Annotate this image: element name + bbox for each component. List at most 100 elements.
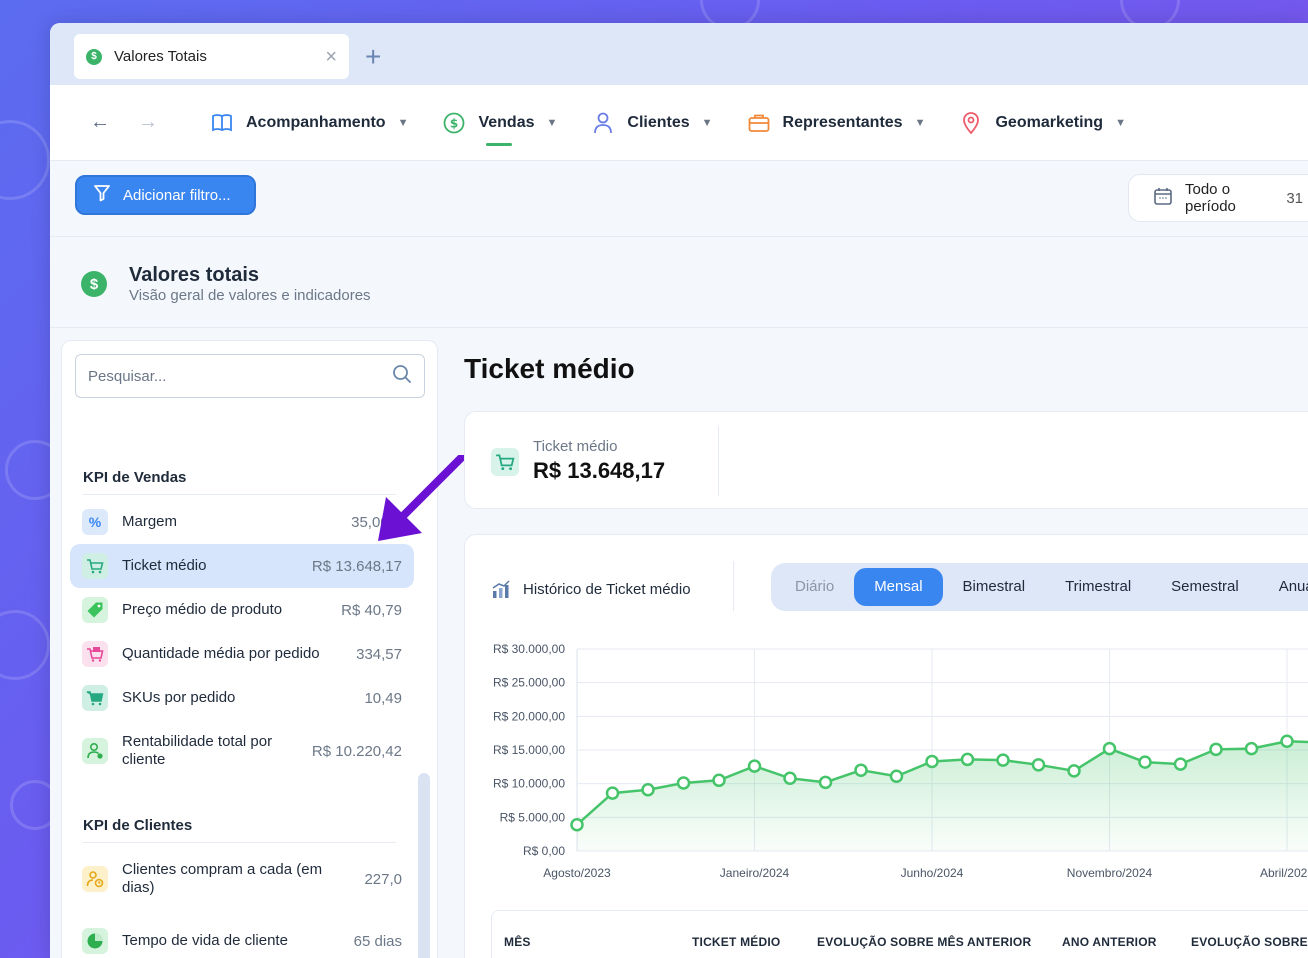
kpi-clientes-compram[interactable]: Clientes compram a cada (em dias) 227,0 xyxy=(70,854,414,904)
x-tick-label: Abril/2025 xyxy=(1260,866,1308,880)
kpi-card-value: R$ 13.648,17 xyxy=(533,458,666,483)
period-selector[interactable]: Todo o período 31 xyxy=(1128,174,1308,222)
menu-vendas[interactable]: $ Vendas ▼ xyxy=(442,85,557,161)
pointer-arrow-annotation xyxy=(378,455,466,541)
col-ticket-medio[interactable]: TICKET MÉDIO xyxy=(692,935,780,949)
y-tick-label: R$ 30.000,00 xyxy=(493,642,565,656)
period-anual[interactable]: Anual xyxy=(1259,568,1308,606)
user-icon xyxy=(591,111,615,135)
y-tick-label: R$ 5.000,00 xyxy=(500,810,566,824)
data-point xyxy=(1031,758,1046,772)
data-point xyxy=(783,771,797,786)
data-point xyxy=(1244,741,1259,756)
book-icon xyxy=(210,111,234,135)
data-point xyxy=(854,763,868,777)
col-mes[interactable]: MÊS xyxy=(504,935,531,949)
y-tick-label: R$ 0,00 xyxy=(523,844,565,858)
close-icon[interactable]: × xyxy=(325,47,337,67)
col-evolucao-ano[interactable]: EVOLUÇÃO SOBRE ANO ANTERIOR xyxy=(1191,935,1308,949)
x-tick-label: Junho/2024 xyxy=(901,866,964,880)
briefcase-icon xyxy=(747,111,771,135)
kpi-rentabilidade-cliente[interactable]: Rentabilidade total por cliente R$ 10.22… xyxy=(70,726,414,776)
kpi-margem[interactable]: % Margem 35,00% xyxy=(70,500,414,544)
data-point xyxy=(996,753,1010,767)
col-ano-anterior[interactable]: ANO ANTERIOR xyxy=(1062,935,1157,949)
user-money-icon xyxy=(82,738,108,764)
app-window: $ Valores Totais × + ← → Acompanhamento … xyxy=(50,23,1308,958)
page-subtitle: Visão geral de valores e indicadores xyxy=(129,287,371,304)
back-arrow-icon[interactable]: ← xyxy=(90,111,110,134)
search-input[interactable] xyxy=(88,367,392,385)
search-box[interactable] xyxy=(75,354,425,398)
map-pin-icon xyxy=(959,111,983,135)
card-divider xyxy=(733,561,734,611)
filter-bar: Adicionar filtro... Todo o período 31 xyxy=(50,161,1308,237)
page-header: $ Valores totais Visão geral de valores … xyxy=(50,237,1308,328)
filter-icon xyxy=(93,184,111,206)
ticket-history-chart: R$ 0,00 R$ 5.000,00 R$ 10.000,00 R$ 15.000,… xyxy=(493,642,1308,880)
y-tick-label: R$ 20.000,00 xyxy=(493,709,565,723)
data-point xyxy=(818,775,833,790)
kpi-tempo-de-vida[interactable]: Tempo de vida de cliente 65 dias xyxy=(70,919,414,958)
chart-title: Histórico de Ticket médio xyxy=(523,581,691,598)
y-tick-label: R$ 25.000,00 xyxy=(493,676,565,690)
section-divider xyxy=(83,494,396,495)
cart-dollar-icon xyxy=(491,448,519,476)
data-point xyxy=(889,769,904,784)
main-navbar: ← → Acompanhamento ▼ $ Vendas ▼ Clientes… xyxy=(50,85,1308,161)
chevron-down-icon: ▼ xyxy=(914,117,926,129)
section-divider xyxy=(83,842,396,843)
kpi-sidebar: KPI de Vendas % Margem 35,00% Ticket méd… xyxy=(61,340,438,958)
kpi-card-label: Ticket médio xyxy=(533,438,618,455)
cart-dollar-icon xyxy=(82,553,108,579)
period-diario[interactable]: Diário xyxy=(775,568,854,606)
data-point xyxy=(605,786,620,800)
data-point xyxy=(1138,755,1152,769)
col-evolucao-mes[interactable]: EVOLUÇÃO SOBRE MÊS ANTERIOR xyxy=(817,935,1031,949)
tab-bar: $ Valores Totais × + xyxy=(50,23,1308,85)
x-tick-label: Agosto/2023 xyxy=(543,866,611,880)
cart-icon xyxy=(82,685,108,711)
data-point xyxy=(676,776,691,790)
menu-acompanhamento[interactable]: Acompanhamento ▼ xyxy=(210,85,408,161)
page-title: Valores totais xyxy=(129,264,260,286)
section-title-vendas: KPI de Vendas xyxy=(83,469,187,486)
period-extra: 31 xyxy=(1286,189,1303,207)
period-semestral[interactable]: Semestral xyxy=(1151,568,1259,606)
main-title: Ticket médio xyxy=(464,353,635,384)
period-bimestral[interactable]: Bimestral xyxy=(943,568,1046,606)
new-tab-button[interactable]: + xyxy=(365,41,381,73)
kpi-ticket-medio[interactable]: Ticket médio R$ 13.648,17 xyxy=(70,544,414,588)
data-point xyxy=(960,752,975,767)
menu-clientes[interactable]: Clientes ▼ xyxy=(591,85,713,161)
kpi-quantidade-media[interactable]: Quantidade média por pedido 334,57 xyxy=(70,632,414,676)
tab-valores-totais[interactable]: $ Valores Totais × xyxy=(74,34,349,79)
dollar-icon: $ xyxy=(81,271,107,297)
dollar-icon: $ xyxy=(86,48,102,65)
dollar-circle-icon: $ xyxy=(442,111,466,135)
forward-arrow-icon[interactable]: → xyxy=(138,111,158,134)
menu-geomarketing[interactable]: Geomarketing ▼ xyxy=(959,85,1126,161)
chevron-down-icon: ▼ xyxy=(701,117,713,129)
data-point xyxy=(1173,757,1188,771)
kpi-skus-por-pedido[interactable]: SKUs por pedido 10,49 xyxy=(70,676,414,720)
period-mensal[interactable]: Mensal xyxy=(854,568,943,606)
main-menu: Acompanhamento ▼ $ Vendas ▼ Clientes ▼ R… xyxy=(210,85,1160,161)
data-point xyxy=(747,759,762,773)
sidebar-scrollbar[interactable] xyxy=(418,773,430,958)
calendar-icon xyxy=(1153,186,1173,210)
history-table-header: MÊS TICKET MÉDIO EVOLUÇÃO SOBRE MÊS ANTE… xyxy=(491,910,1308,958)
price-tag-icon xyxy=(82,597,108,623)
x-tick-label: Novembro/2024 xyxy=(1067,866,1153,880)
data-point xyxy=(1102,741,1117,756)
period-trimestral[interactable]: Trimestral xyxy=(1045,568,1151,606)
search-icon[interactable] xyxy=(392,364,412,389)
menu-representantes[interactable]: Representantes ▼ xyxy=(747,85,926,161)
data-point xyxy=(570,817,584,832)
add-filter-label: Adicionar filtro... xyxy=(123,186,231,204)
add-filter-button[interactable]: Adicionar filtro... xyxy=(75,175,256,215)
data-point xyxy=(641,782,655,797)
data-point xyxy=(1067,764,1081,778)
y-tick-label: R$ 10.000,00 xyxy=(493,777,565,791)
kpi-preco-medio[interactable]: Preço médio de produto R$ 40,79 xyxy=(70,588,414,632)
